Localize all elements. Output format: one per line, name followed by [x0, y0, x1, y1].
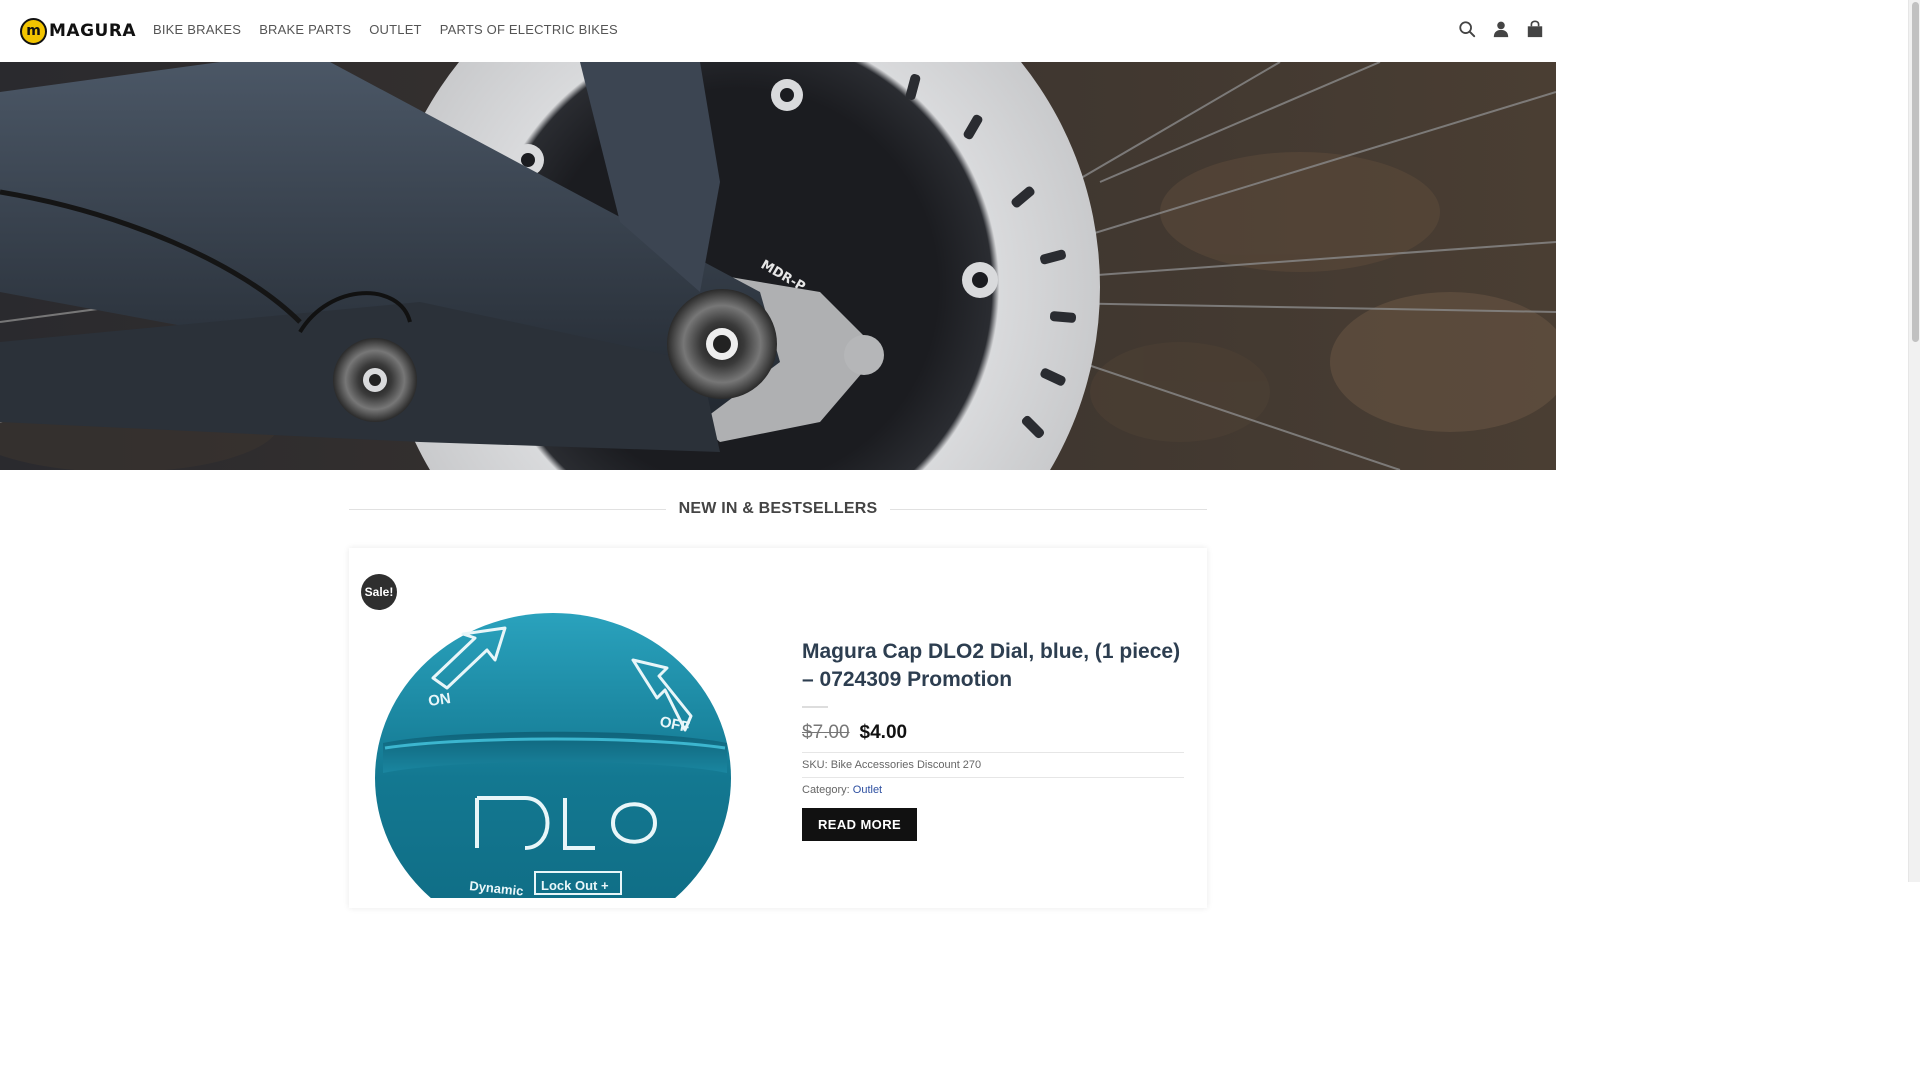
nav-item-parts-of-electric-bikes[interactable]: PARTS OF ELECTRIC BIKES — [440, 22, 618, 37]
section-title: NEW IN & BESTSELLERS — [678, 500, 878, 517]
sku-label: SKU: — [802, 759, 828, 771]
scrollbar-thumb[interactable] — [1912, 2, 1919, 342]
nav-item-outlet[interactable]: OUTLET — [369, 22, 421, 37]
category-line: Category: Outlet — [802, 778, 1184, 802]
title-divider — [802, 706, 828, 708]
cart-icon[interactable] — [1526, 20, 1544, 38]
hero-banner: MDR-P — [0, 62, 1556, 470]
nav-item-bike-brakes[interactable]: BIKE BRAKES — [153, 22, 241, 37]
logo-text: MAGURA — [49, 21, 137, 41]
lockout-label: Lock Out + — [541, 878, 609, 893]
section-divider-left — [349, 508, 666, 510]
account-icon[interactable] — [1492, 20, 1510, 38]
nav-item-brake-parts[interactable]: BRAKE PARTS — [259, 22, 351, 37]
site-header: m MAGURA BIKE BRAKES BRAKE PARTS OUTLET … — [0, 0, 1556, 62]
category-link[interactable]: Outlet — [853, 784, 882, 796]
section-divider-right — [890, 508, 1207, 510]
price-row: $7.00 $4.00 — [802, 722, 1184, 744]
logo[interactable]: m MAGURA — [20, 17, 136, 45]
category-label: Category: — [802, 784, 850, 796]
logo-mark: m — [20, 17, 47, 45]
product-card: Sale! ON OFF Dynamic Lock Out + Magura C… — [349, 548, 1207, 908]
search-icon[interactable] — [1458, 20, 1476, 38]
original-price: $7.00 — [802, 722, 850, 743]
on-label: ON — [427, 690, 452, 710]
sale-price: $4.00 — [859, 722, 908, 743]
section-header: NEW IN & BESTSELLERS — [349, 497, 1207, 521]
main-nav: BIKE BRAKES BRAKE PARTS OUTLET PARTS OF … — [153, 22, 618, 37]
read-more-button[interactable]: READ MORE — [802, 808, 918, 841]
sku-line: SKU: Bike Accessories Discount 270 — [802, 753, 1184, 777]
product-title[interactable]: Magura Cap DLO2 Dial, blue, (1 piece) – … — [802, 638, 1184, 694]
header-icons — [1458, 20, 1544, 38]
page-scrollbar[interactable] — [1908, 0, 1920, 882]
sale-badge: Sale! — [361, 574, 397, 610]
product-image[interactable]: ON OFF Dynamic Lock Out + — [355, 598, 755, 898]
sku-value: Bike Accessories Discount 270 — [830, 759, 982, 771]
product-info: Magura Cap DLO2 Dial, blue, (1 piece) – … — [802, 638, 1184, 841]
hero-image: MDR-P — [0, 62, 1556, 470]
